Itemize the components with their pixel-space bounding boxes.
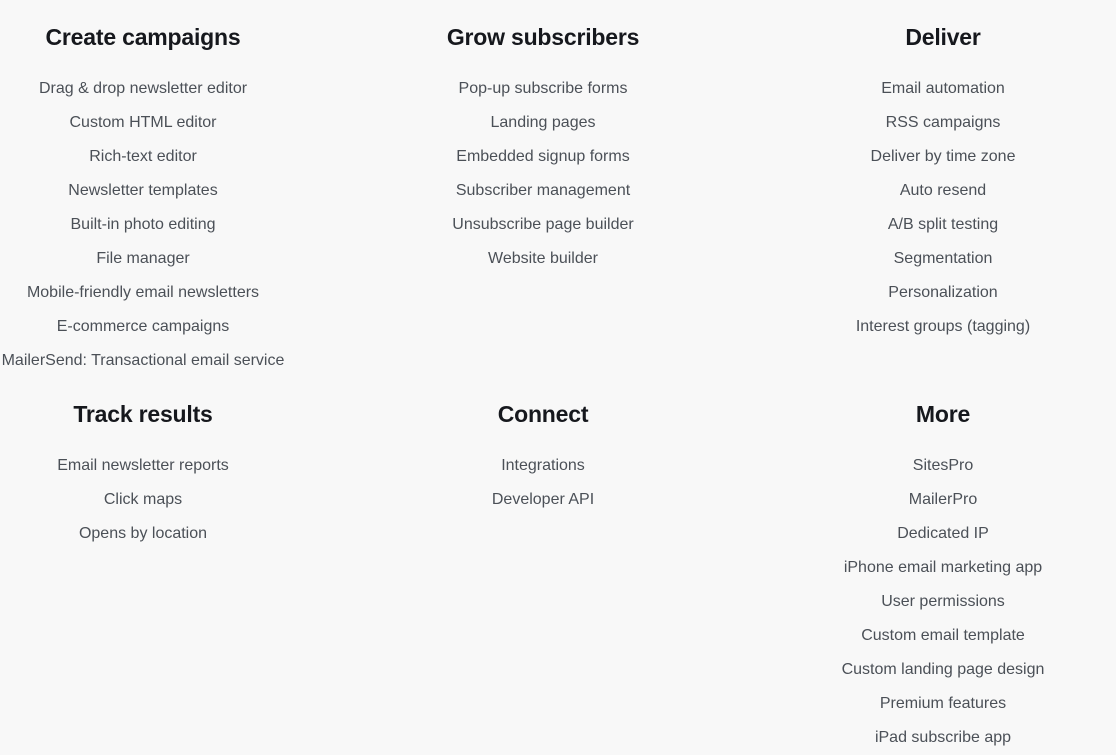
feature-link[interactable]: E-commerce campaigns [57, 318, 230, 335]
feature-link[interactable]: SitesPro [913, 457, 973, 474]
column-heading-create-campaigns: Create campaigns [45, 24, 241, 50]
list-item: Website builder [343, 242, 743, 276]
list-item: Segmentation [770, 242, 1116, 276]
list-item: Dedicated IP [770, 517, 1116, 551]
features-row-bottom: Track results Email newsletter reports Cl… [0, 378, 1116, 755]
feature-link[interactable]: MailerSend: Transactional email service [2, 352, 285, 369]
list-item: Integrations [343, 449, 743, 483]
feature-link[interactable]: Website builder [488, 250, 598, 267]
feature-link[interactable]: Embedded signup forms [456, 148, 629, 165]
feature-link[interactable]: Auto resend [900, 182, 986, 199]
feature-link[interactable]: Custom HTML editor [70, 114, 217, 131]
column-heading-track-results: Track results [73, 401, 213, 427]
feature-link[interactable]: Click maps [104, 491, 182, 508]
list-item: MailerPro [770, 483, 1116, 517]
list-item: Unsubscribe page builder [343, 208, 743, 242]
column-heading-grow-subscribers: Grow subscribers [446, 24, 640, 50]
list-item: Built-in photo editing [0, 208, 286, 242]
list-item: Custom HTML editor [0, 106, 286, 140]
list-item: Premium features [770, 687, 1116, 721]
list-item: Custom landing page design [770, 653, 1116, 687]
feature-link[interactable]: Integrations [501, 457, 585, 474]
feature-link[interactable]: Subscriber management [456, 182, 630, 199]
feature-link[interactable]: RSS campaigns [886, 114, 1001, 131]
feature-link[interactable]: iPad subscribe app [875, 729, 1011, 746]
column-heading-deliver: Deliver [905, 24, 981, 50]
link-list-create-campaigns: Drag & drop newsletter editor Custom HTML… [0, 72, 286, 378]
list-item: Auto resend [770, 174, 1116, 208]
feature-link[interactable]: Developer API [492, 491, 594, 508]
feature-link[interactable]: Email automation [881, 80, 1005, 97]
feature-column-grow-subscribers: Grow subscribers Pop-up subscribe forms L… [343, 22, 743, 276]
feature-link[interactable]: Interest groups (tagging) [856, 318, 1030, 335]
list-item: Subscriber management [343, 174, 743, 208]
list-item: Embedded signup forms [343, 140, 743, 174]
feature-link[interactable]: Premium features [880, 695, 1006, 712]
list-item: E-commerce campaigns [0, 310, 286, 344]
feature-link[interactable]: Email newsletter reports [57, 457, 229, 474]
list-item: Email automation [770, 72, 1116, 106]
feature-column-deliver: Deliver Email automation RSS campaigns Del… [770, 22, 1116, 344]
feature-link[interactable]: iPhone email marketing app [844, 559, 1042, 576]
feature-link[interactable]: Dedicated IP [897, 525, 989, 542]
list-item: iPad subscribe app [770, 721, 1116, 755]
feature-link[interactable]: Mobile-friendly email newsletters [27, 284, 259, 301]
feature-link[interactable]: A/B split testing [888, 216, 998, 233]
list-item: MailerSend: Transactional email service [0, 344, 286, 378]
feature-link[interactable]: Rich-text editor [89, 148, 197, 165]
feature-link[interactable]: Segmentation [894, 250, 993, 267]
feature-column-more: More SitesPro MailerPro Dedicated IP iPhone… [770, 399, 1116, 755]
list-item: Newsletter templates [0, 174, 286, 208]
list-item: A/B split testing [770, 208, 1116, 242]
feature-link[interactable]: Newsletter templates [68, 182, 217, 199]
list-item: Developer API [343, 483, 743, 517]
features-sitemap: Create campaigns Drag & drop newsletter … [0, 0, 1116, 755]
link-list-deliver: Email automation RSS campaigns Deliver by … [770, 72, 1116, 344]
link-list-track-results: Email newsletter reports Click maps Opens … [0, 449, 286, 551]
list-item: Landing pages [343, 106, 743, 140]
feature-link[interactable]: User permissions [881, 593, 1005, 610]
list-item: Rich-text editor [0, 140, 286, 174]
list-item: Drag & drop newsletter editor [0, 72, 286, 106]
list-item: User permissions [770, 585, 1116, 619]
feature-column-connect: Connect Integrations Developer API [343, 399, 743, 517]
list-item: Interest groups (tagging) [770, 310, 1116, 344]
list-item: RSS campaigns [770, 106, 1116, 140]
list-item: File manager [0, 242, 286, 276]
link-list-grow-subscribers: Pop-up subscribe forms Landing pages Embed… [343, 72, 743, 276]
list-item: Pop-up subscribe forms [343, 72, 743, 106]
feature-link[interactable]: Landing pages [491, 114, 596, 131]
feature-link[interactable]: File manager [96, 250, 189, 267]
feature-link[interactable]: Custom landing page design [842, 661, 1045, 678]
list-item: Deliver by time zone [770, 140, 1116, 174]
feature-link[interactable]: MailerPro [909, 491, 977, 508]
list-item: iPhone email marketing app [770, 551, 1116, 585]
feature-link[interactable]: Built-in photo editing [71, 216, 216, 233]
list-item: Custom email template [770, 619, 1116, 653]
link-list-connect: Integrations Developer API [343, 449, 743, 517]
list-item: Email newsletter reports [0, 449, 286, 483]
feature-link[interactable]: Deliver by time zone [871, 148, 1016, 165]
feature-link[interactable]: Opens by location [79, 525, 207, 542]
feature-column-create-campaigns: Create campaigns Drag & drop newsletter … [0, 22, 286, 378]
column-heading-connect: Connect [497, 401, 589, 427]
features-row-top: Create campaigns Drag & drop newsletter … [0, 0, 1116, 378]
list-item: Opens by location [0, 517, 286, 551]
column-heading-more: More [915, 401, 971, 427]
link-list-more: SitesPro MailerPro Dedicated IP iPhone emai… [770, 449, 1116, 755]
feature-link[interactable]: Drag & drop newsletter editor [39, 80, 247, 97]
list-item: Mobile-friendly email newsletters [0, 276, 286, 310]
list-item: SitesPro [770, 449, 1116, 483]
list-item: Personalization [770, 276, 1116, 310]
feature-link[interactable]: Unsubscribe page builder [452, 216, 633, 233]
feature-link[interactable]: Pop-up subscribe forms [459, 80, 628, 97]
feature-link[interactable]: Custom email template [861, 627, 1025, 644]
feature-link[interactable]: Personalization [888, 284, 997, 301]
feature-column-track-results: Track results Email newsletter reports Cl… [0, 399, 286, 551]
list-item: Click maps [0, 483, 286, 517]
